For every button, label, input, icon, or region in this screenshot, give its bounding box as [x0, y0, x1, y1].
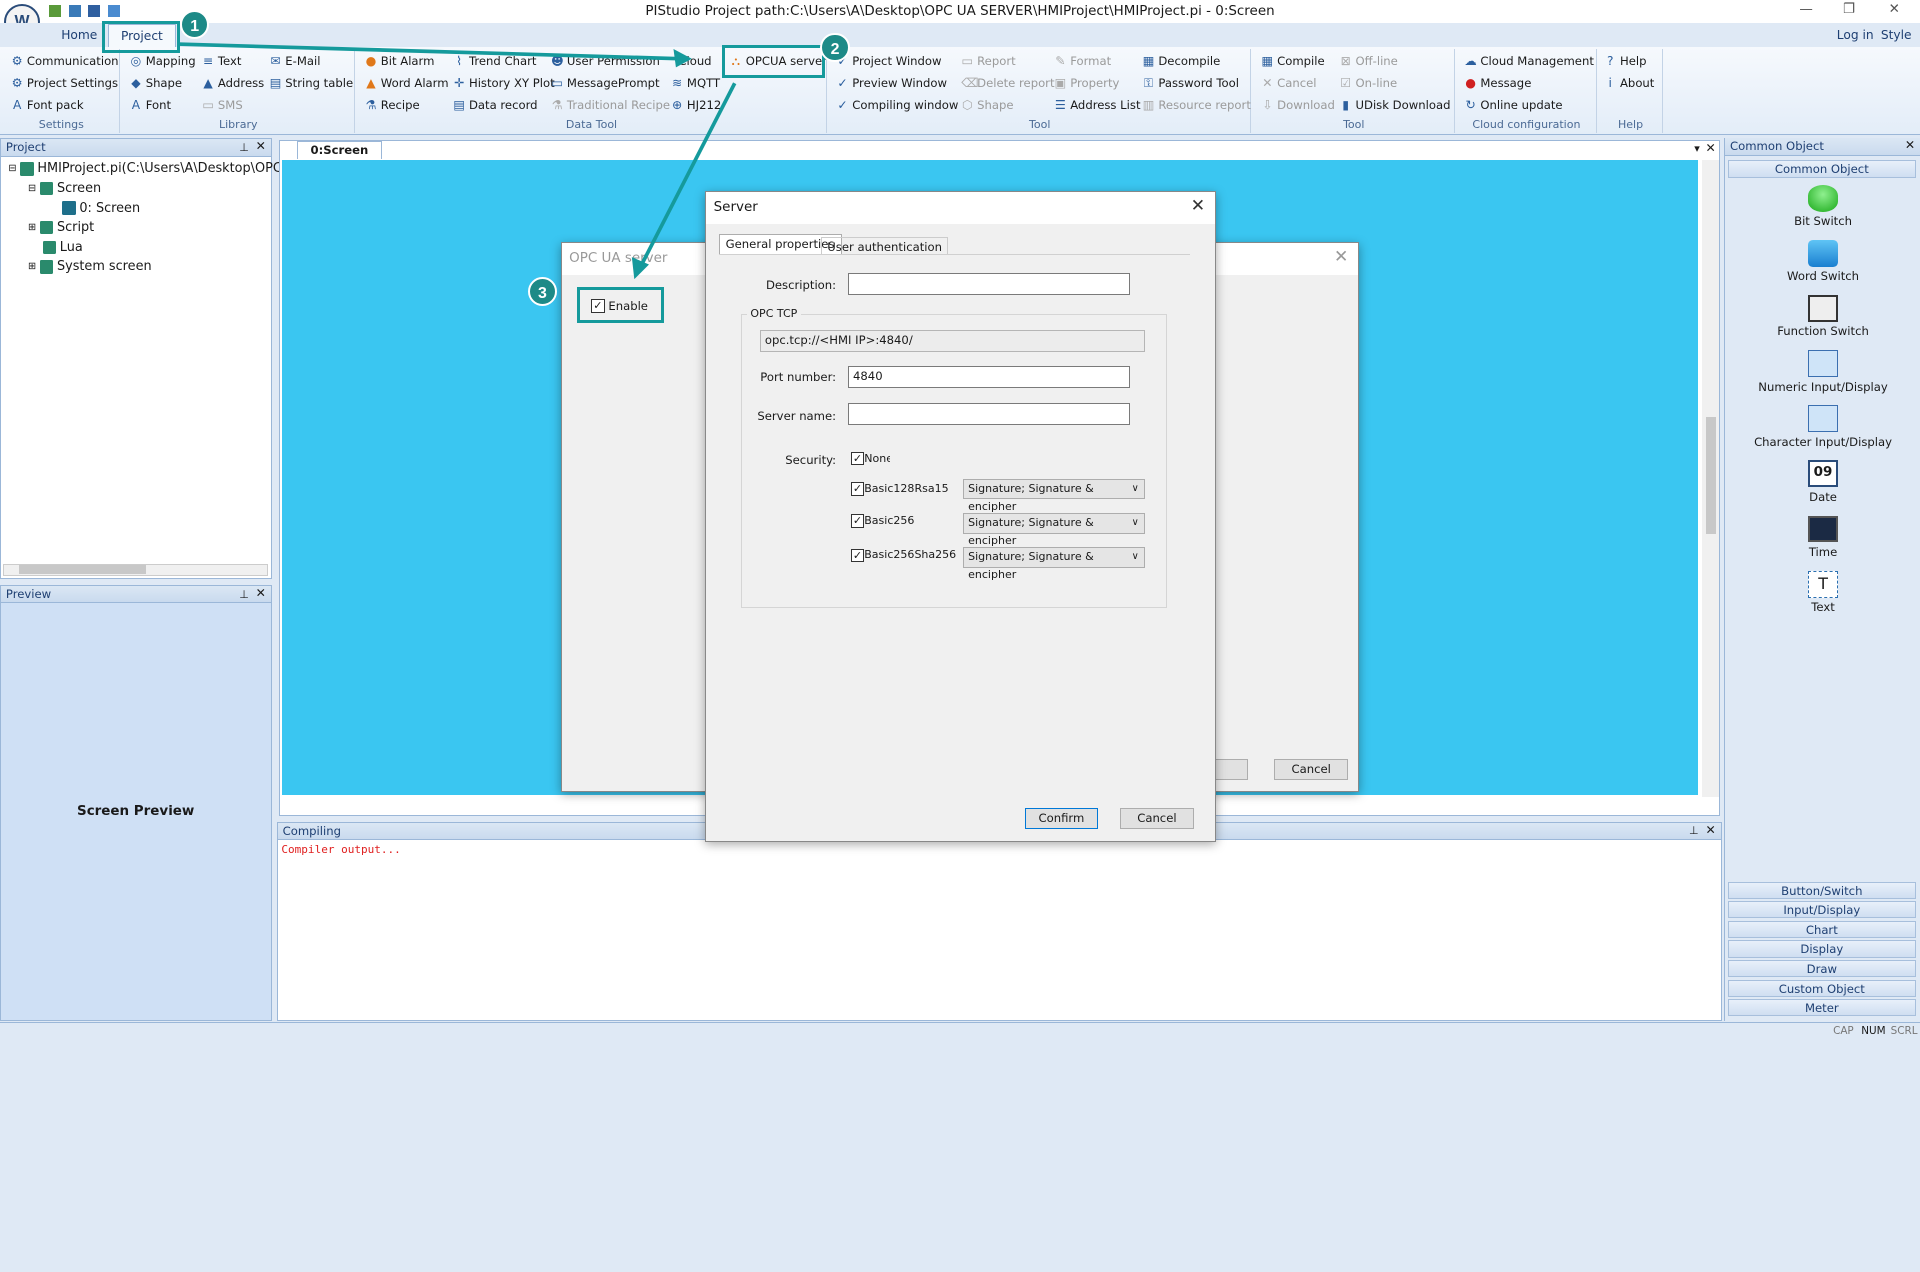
arrow-1-to-2	[177, 42, 684, 61]
annotation-box-project-tab	[101, 20, 180, 53]
annotation-box-enable	[576, 286, 664, 324]
annotation-badge-2: 2	[820, 33, 850, 63]
arrowhead-2	[631, 257, 649, 280]
arrow-2-to-3	[637, 82, 737, 271]
annotation-arrows	[177, 42, 737, 280]
arrowhead-1	[673, 48, 692, 68]
annotation-box-opcua-server	[722, 45, 826, 79]
annotation-badge-3: 3	[527, 276, 558, 307]
